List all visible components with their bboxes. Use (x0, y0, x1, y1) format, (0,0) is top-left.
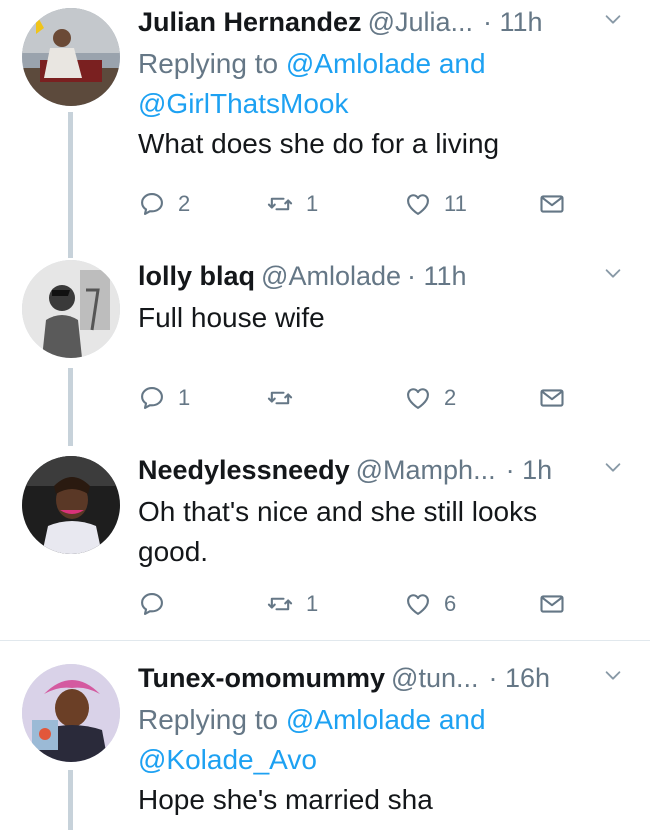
retweet-icon (266, 590, 294, 618)
user-handle[interactable]: @tun... (391, 663, 478, 694)
display-name[interactable]: Needylessneedy (138, 455, 350, 486)
reply-button[interactable] (138, 584, 178, 624)
heart-icon (404, 590, 432, 618)
retweet-button[interactable]: 1 (266, 584, 318, 624)
timestamp[interactable]: · 16h (488, 663, 550, 694)
reply-bubble-icon (138, 384, 166, 412)
envelope-icon (538, 190, 566, 218)
replying-to: Replying to @Amlolade and @GirlThatsMook (138, 48, 486, 119)
retweet-icon (266, 190, 294, 218)
like-count: 2 (444, 385, 457, 410)
thread-line (68, 770, 73, 830)
mention-link[interactable]: @Amlolade (286, 704, 431, 735)
thread-line (68, 368, 73, 446)
timestamp[interactable]: · 1h (506, 455, 553, 486)
tweet-text: Hope she's married sha (138, 784, 433, 815)
retweet-icon (266, 384, 294, 412)
tweet-julian[interactable]: Julian Hernandez @Julia... · 11h Replyin… (0, 0, 650, 258)
dm-button[interactable] (538, 378, 566, 418)
timestamp[interactable]: · 11h (483, 7, 543, 38)
reply-button[interactable]: 1 (138, 378, 190, 418)
reply-button[interactable]: 2 (138, 184, 190, 224)
thread-divider (0, 640, 650, 641)
heart-icon (404, 190, 432, 218)
mention-link[interactable]: @Kolade_Avo (138, 744, 317, 775)
tweet-tunex[interactable]: Tunex-omomummy @tun... · 16h Replying to… (0, 656, 650, 830)
tweet-needylessneedy[interactable]: Needylessneedy @Mamph... · 1h Oh that's … (0, 448, 650, 638)
user-handle[interactable]: @Mamph... (356, 455, 496, 486)
chevron-down-icon[interactable] (602, 8, 624, 30)
reply-count: 1 (178, 385, 191, 410)
like-count: 6 (444, 591, 457, 616)
retweet-count: 1 (306, 591, 319, 616)
tweet-text: Oh that's nice and she still looks good. (138, 496, 538, 567)
replying-to: Replying to @Amlolade and @Kolade_Avo (138, 704, 486, 775)
retweet-count: 1 (306, 191, 319, 216)
display-name[interactable]: Julian Hernandez (138, 7, 362, 38)
tweet-lolly[interactable]: lolly blaq @Amlolade · 11h Full house wi… (0, 254, 650, 446)
reply-count: 2 (178, 191, 191, 216)
mention-link[interactable]: @Amlolade (286, 48, 431, 79)
tweet-text: What does she do for a living (138, 128, 500, 159)
like-button[interactable]: 6 (404, 584, 456, 624)
reply-bubble-icon (138, 590, 166, 618)
reply-bubble-icon (138, 190, 166, 218)
chevron-down-icon[interactable] (602, 664, 624, 686)
dm-button[interactable] (538, 184, 566, 224)
envelope-icon (538, 590, 566, 618)
mention-link[interactable]: @GirlThatsMook (138, 88, 348, 119)
thread-line (68, 112, 73, 258)
user-handle[interactable]: @Julia... (368, 7, 473, 38)
retweet-button[interactable]: 1 (266, 184, 318, 224)
display-name[interactable]: lolly blaq (138, 261, 255, 292)
chevron-down-icon[interactable] (602, 262, 624, 284)
tweet-text: Full house wife (138, 302, 325, 333)
retweet-button[interactable] (266, 378, 306, 418)
envelope-icon (538, 384, 566, 412)
heart-icon (404, 384, 432, 412)
dm-button[interactable] (538, 584, 566, 624)
avatar[interactable] (22, 260, 120, 358)
like-button[interactable]: 2 (404, 378, 456, 418)
avatar[interactable] (22, 664, 120, 762)
display-name[interactable]: Tunex-omomummy (138, 663, 385, 694)
chevron-down-icon[interactable] (602, 456, 624, 478)
like-button[interactable]: 11 (404, 184, 467, 224)
user-handle[interactable]: @Amlolade (261, 261, 401, 292)
avatar[interactable] (22, 8, 120, 106)
timestamp[interactable]: · 11h (407, 261, 467, 292)
avatar[interactable] (22, 456, 120, 554)
like-count: 11 (444, 191, 467, 216)
